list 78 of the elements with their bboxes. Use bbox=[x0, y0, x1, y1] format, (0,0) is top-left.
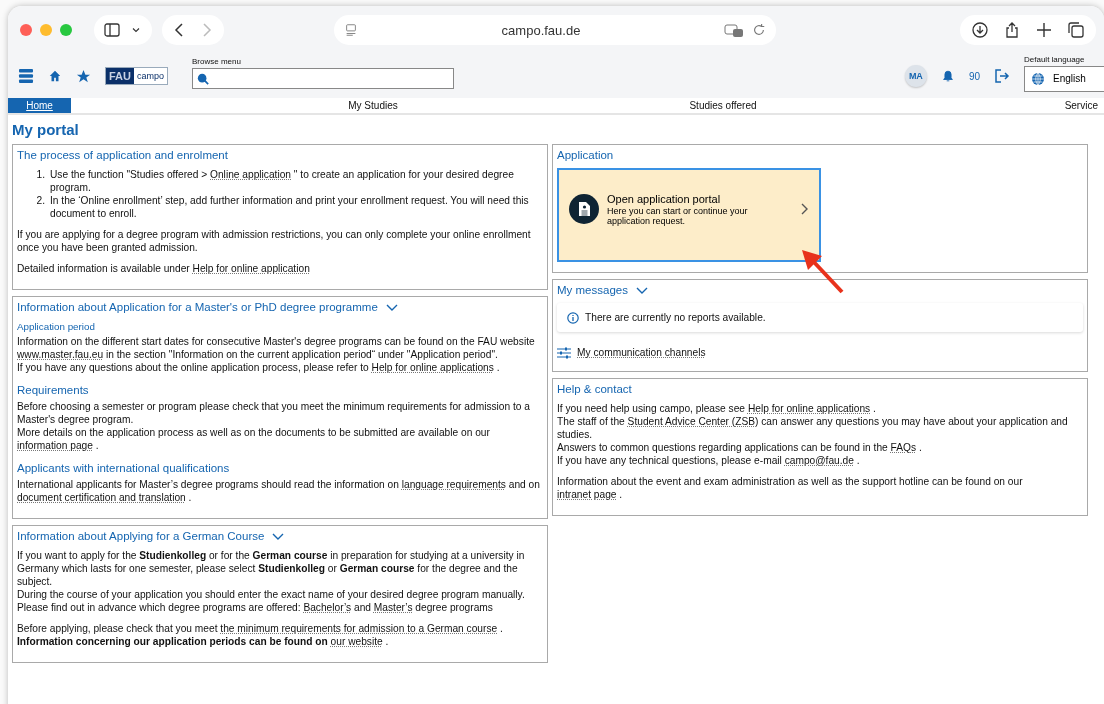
text-link[interactable]: Help for online applications bbox=[747, 403, 871, 414]
reload-icon[interactable] bbox=[752, 23, 766, 37]
plus-icon[interactable] bbox=[1036, 22, 1052, 38]
text-link[interactable]: intranet page bbox=[557, 489, 617, 500]
text-link[interactable]: our website bbox=[330, 636, 383, 647]
paragraph: Detailed information is available under Help for online application bbox=[17, 262, 311, 275]
text-link[interactable]: FAQs bbox=[890, 442, 917, 453]
text-link[interactable]: Online application bbox=[210, 169, 292, 180]
url-text: campo.fau.de bbox=[500, 22, 582, 38]
notification-count[interactable]: 90 bbox=[968, 70, 980, 82]
subheading: Application period bbox=[17, 320, 96, 333]
notice-text: There are currently no reports available. bbox=[585, 311, 766, 324]
portal-card[interactable]: Open application portal Here you can start or continue your application request. bbox=[557, 168, 821, 262]
paragraph: Before applying, please check that you meet the minimum requirements for admission to a German course . Information concerning our application periods can be found on our website . bbox=[17, 622, 504, 648]
language-label: Default language bbox=[1024, 54, 1086, 64]
star-icon[interactable] bbox=[76, 68, 91, 84]
logout-icon[interactable] bbox=[994, 68, 1010, 84]
campo-logo[interactable]: FAU campo bbox=[105, 67, 168, 85]
text-link[interactable]: Bachelor’s bbox=[303, 602, 352, 613]
panel-title: Information about Applying for a German Course bbox=[17, 530, 265, 543]
list-item: Use the function "Studies offered > Online application " to create an application for your desired degree program. bbox=[50, 168, 515, 194]
paragraph: If you need help using campo, please see Help for online applications . The staff of the Student Advice Center (ZSB) can answer any questions you may have about your application and studies. Answers to common questions regarding applications can be found in the FAQs . If you have any technical questions, please e-mail campo@fau.de . bbox=[557, 402, 1069, 467]
sliders-icon[interactable] bbox=[557, 346, 571, 359]
info-icon bbox=[567, 311, 579, 324]
paragraph: If you are applying for a degree program with admission restrictions, you can only complete your online enrollment once you have been granted admission. bbox=[17, 228, 532, 254]
chevron-down-icon[interactable] bbox=[635, 286, 648, 295]
section-heading: Applicants with international qualifications bbox=[17, 462, 231, 475]
text-link[interactable]: language requirements bbox=[401, 479, 506, 490]
nav-tab[interactable]: Service bbox=[1058, 98, 1104, 113]
panel-title: Help & contact bbox=[557, 383, 632, 396]
chevron-down-icon[interactable] bbox=[385, 303, 398, 312]
search-field[interactable] bbox=[192, 68, 454, 89]
page-icon[interactable] bbox=[344, 23, 358, 37]
menu-icon[interactable] bbox=[18, 68, 34, 84]
list-item: In the ‘Online enrollment’ step, add further information and print your enrollment request. You will need this document to enroll. bbox=[50, 194, 530, 220]
globe-icon[interactable] bbox=[1031, 71, 1045, 86]
list-number: 2. bbox=[35, 194, 45, 208]
text-link[interactable]: campo@fau.de bbox=[784, 455, 854, 466]
nav-tab[interactable]: Studies offered bbox=[683, 98, 763, 113]
paragraph: Information about the event and exam administration as well as the support hotline can be found on our intranet page . bbox=[557, 475, 1024, 501]
document-icon bbox=[569, 194, 599, 224]
bell-icon[interactable] bbox=[940, 69, 955, 83]
page-title: My portal bbox=[12, 121, 80, 138]
language-button[interactable]: English bbox=[1024, 65, 1104, 92]
paragraph: Information on the different start dates for consecutive Master's degree programs can be found on the FAU website www.master.fau.eu in the section "Information on the current application period“ under "Application period". If you have any questions about the online application process, please refer to Help for online applications . bbox=[17, 335, 536, 374]
text-link[interactable]: Help for online applications bbox=[371, 362, 494, 373]
download-icon[interactable] bbox=[972, 22, 988, 38]
text-link[interactable]: information page bbox=[17, 440, 93, 451]
sidebar-icon[interactable] bbox=[104, 22, 120, 38]
section-heading: Requirements bbox=[17, 384, 90, 397]
paragraph: If you want to apply for the Studienkolleg or for the German course in preparation for studying at a university in Germany which lasts for one semester, please select Studienkolleg or German course for the degree and the subject. During the course of your application you should enter the exact name of your desired degree program manually. Please find out in advance which degree programs are offered: Bachelor’s and Master’s degree programs bbox=[17, 549, 526, 614]
tabs-icon[interactable] bbox=[1068, 22, 1084, 38]
share-icon[interactable] bbox=[1004, 22, 1020, 38]
nav-tab[interactable]: Home bbox=[8, 98, 71, 113]
panel-title: My messages bbox=[557, 284, 628, 297]
panel-title: The process of application and enrolment bbox=[17, 149, 228, 162]
address-bar[interactable]: campo.fau.de bbox=[334, 15, 776, 45]
home-icon[interactable] bbox=[48, 69, 62, 83]
text-link[interactable]: the minimum requirements for admission to a German course bbox=[220, 623, 498, 634]
user-avatar[interactable]: MA bbox=[904, 65, 927, 87]
text-link[interactable]: Student Advice Center (ZSB) bbox=[627, 416, 759, 427]
text-link[interactable]: document certification and translation bbox=[17, 492, 186, 503]
close-button[interactable] bbox=[20, 24, 32, 36]
panel-title: Information about Application for a Master's or PhD degree programme bbox=[17, 301, 378, 314]
search-icon[interactable] bbox=[197, 72, 209, 85]
text-link[interactable]: Master’s bbox=[373, 602, 413, 613]
list-number: 1. bbox=[35, 168, 45, 182]
chevron-down-icon[interactable] bbox=[272, 532, 285, 541]
chevron-right-icon bbox=[801, 203, 809, 215]
paragraph: Before choosing a semester or program please check that you meet the minimum requirements for admission to a Master's degree program. More details on the application process as well as on the documents to be submitted are available on our information page . bbox=[17, 400, 531, 452]
search-label: Browse menu bbox=[192, 57, 242, 66]
panel-title: Application bbox=[557, 149, 614, 162]
translate-icon[interactable] bbox=[724, 22, 744, 38]
paragraph: International applicants for Master’s degree programs should read the information on language requirements and on document certification and translation . bbox=[17, 478, 541, 504]
text-link[interactable]: My communication channels bbox=[577, 346, 706, 359]
nav-tab[interactable]: My Studies bbox=[342, 98, 404, 113]
text-link[interactable]: Help for online application bbox=[192, 263, 310, 274]
text-link[interactable]: www.master.fau.eu bbox=[17, 349, 104, 360]
